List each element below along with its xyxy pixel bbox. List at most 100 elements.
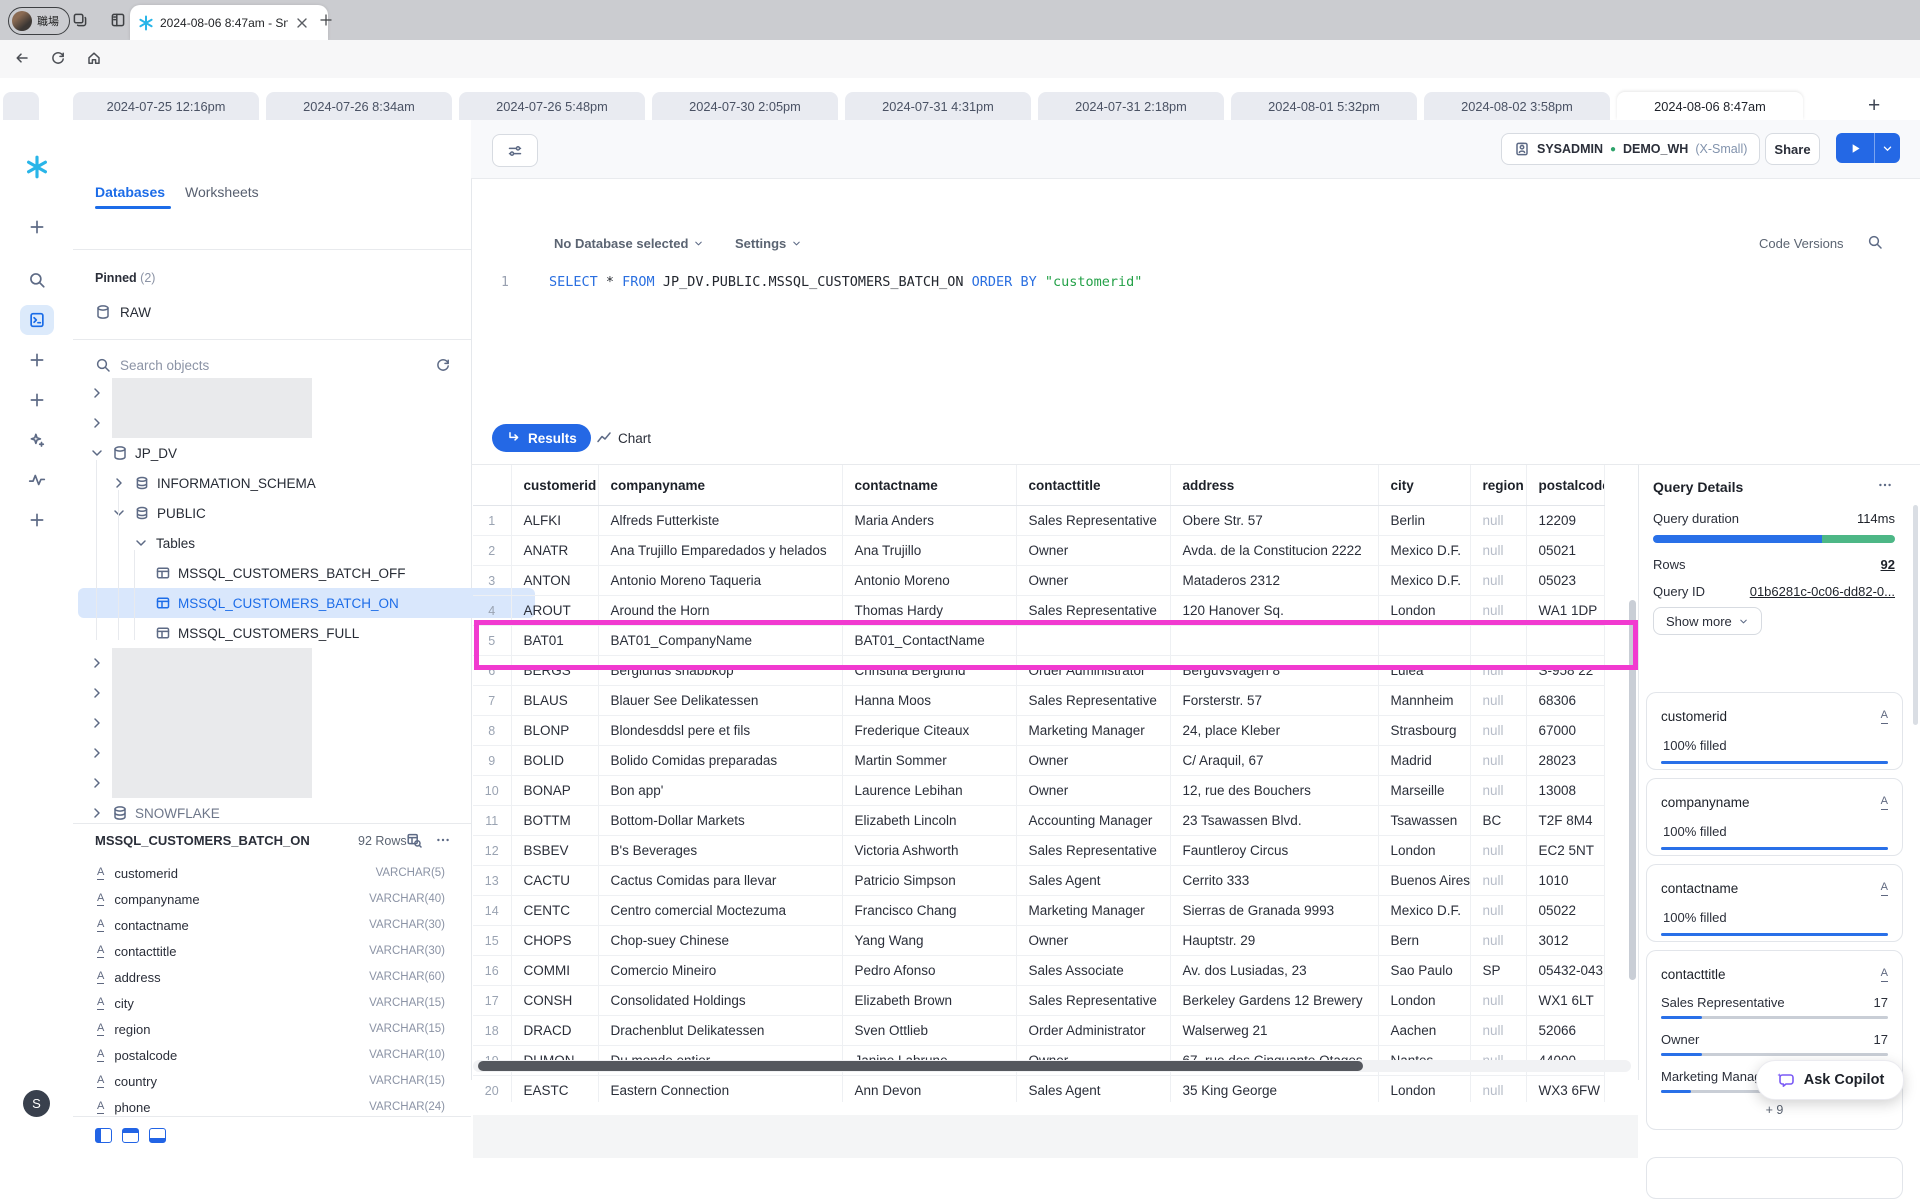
new-tab-icon[interactable] — [318, 12, 334, 28]
column-item-contacttitle[interactable]: A contacttitle VARCHAR(30) — [73, 938, 471, 964]
layout-top-panel-icon[interactable] — [122, 1128, 139, 1143]
table-row[interactable]: 3ANTONAntonio Moreno TaqueriaAntonio Mor… — [473, 566, 1604, 596]
column-header-contactname[interactable]: contactname — [842, 465, 1016, 506]
ask-copilot-button[interactable]: Ask Copilot — [1756, 1060, 1904, 1100]
code-versions-link[interactable]: Code Versions — [1759, 236, 1844, 251]
column-item-postalcode[interactable]: A postalcode VARCHAR(10) — [73, 1042, 471, 1068]
ai-sparkles-icon[interactable] — [20, 425, 54, 455]
vertical-tabs-icon[interactable] — [110, 12, 126, 28]
query-id-link[interactable]: 01b6281c-0c06-dd82-0... — [1750, 584, 1895, 599]
table-menu-icon[interactable] — [435, 832, 451, 848]
results-header-row[interactable]: customeridcompanynamecontactnamecontactt… — [473, 465, 1604, 506]
column-stat-card-contactname[interactable]: contactname A100% filled — [1646, 864, 1903, 942]
worksheet-tab-3[interactable]: 2024-07-30 2:05pm — [652, 92, 838, 120]
databases-icon[interactable] — [20, 345, 54, 375]
workspaces-icon[interactable] — [72, 12, 88, 28]
marketplace-cloud-icon[interactable] — [20, 385, 54, 415]
table-row[interactable]: 8BLONPBlondesddsl pere et filsFrederique… — [473, 716, 1604, 746]
tab-databases[interactable]: Databases — [95, 184, 165, 200]
preview-table-icon[interactable] — [406, 832, 422, 848]
column-header-customerid[interactable]: customerid — [511, 465, 598, 506]
worksheet-tab-2[interactable]: 2024-07-26 5:48pm — [459, 92, 645, 120]
sql-editor[interactable]: SELECT * FROM JP_DV.PUBLIC.MSSQL_CUSTOME… — [549, 274, 1142, 290]
tree-item-redacted[interactable] — [73, 648, 487, 678]
column-item-contactname[interactable]: A contactname VARCHAR(30) — [73, 912, 471, 938]
panel-scrollbar[interactable] — [1913, 505, 1918, 725]
table-row[interactable]: 14CENTCCentro comercial MoctezumaFrancis… — [473, 896, 1604, 926]
rows-value-link[interactable]: 92 — [1881, 557, 1895, 572]
layout-left-panel-icon[interactable] — [95, 1128, 112, 1143]
refresh-objects-icon[interactable] — [435, 357, 451, 373]
column-item-country[interactable]: A country VARCHAR(15) — [73, 1068, 471, 1094]
column-item-city[interactable]: A city VARCHAR(15) — [73, 990, 471, 1016]
table-row[interactable]: 7BLAUSBlauer See DelikatessenHanna MoosS… — [473, 686, 1604, 716]
governance-shield-icon[interactable] — [20, 505, 54, 535]
tree-item-redacted[interactable] — [73, 738, 487, 768]
activity-icon[interactable] — [20, 465, 54, 495]
run-options-chevron-icon[interactable] — [1875, 133, 1900, 163]
tab-worksheets[interactable]: Worksheets — [185, 184, 259, 200]
user-avatar[interactable]: S — [23, 1090, 50, 1117]
table-row[interactable]: 18DRACDDrachenblut DelikatessenSven Ottl… — [473, 1016, 1604, 1046]
column-header-companyname[interactable]: companyname — [598, 465, 842, 506]
worksheet-tab-1[interactable]: 2024-07-26 8:34am — [266, 92, 452, 120]
column-item-companyname[interactable]: A companyname VARCHAR(40) — [73, 886, 471, 912]
table-row[interactable]: 20EASTCEastern ConnectionAnn DevonSales … — [473, 1076, 1604, 1103]
tree-item-jp_dv[interactable]: JP_DV — [73, 438, 487, 468]
column-stat-card-companyname[interactable]: companyname A100% filled — [1646, 778, 1903, 856]
table-row[interactable]: 2ANATRAna Trujillo Emparedados y helados… — [473, 536, 1604, 566]
table-row[interactable]: 16COMMIComercio MineiroPedro AfonsoSales… — [473, 956, 1604, 986]
back-icon[interactable] — [14, 50, 30, 66]
tree-item-redacted[interactable] — [73, 768, 487, 798]
table-row[interactable]: 10BONAPBon app'Laurence LebihanOwner12, … — [473, 776, 1604, 806]
column-stat-card-customerid[interactable]: customerid A100% filled — [1646, 692, 1903, 770]
worksheet-tab-5[interactable]: 2024-07-31 2:18pm — [1038, 92, 1224, 120]
worksheet-tab-fragment[interactable] — [3, 92, 39, 120]
worksheet-tab-4[interactable]: 2024-07-31 4:31pm — [845, 92, 1031, 120]
table-row[interactable]: 17CONSHConsolidated HoldingsElizabeth Br… — [473, 986, 1604, 1016]
home-icon[interactable] — [86, 50, 102, 66]
browser-tab[interactable]: 2024-08-06 8:47am - Snowfla — [130, 5, 328, 40]
results-grid[interactable]: customeridcompanynamecontactnamecontactt… — [473, 465, 1633, 1102]
column-header-contacttitle[interactable]: contacttitle — [1016, 465, 1170, 506]
query-details-menu-icon[interactable] — [1877, 477, 1893, 493]
tree-item-redacted[interactable] — [73, 708, 487, 738]
column-item-address[interactable]: A address VARCHAR(60) — [73, 964, 471, 990]
tree-item-mssql_customers_batch_on[interactable]: MSSQL_CUSTOMERS_BATCH_ON — [78, 588, 535, 618]
column-header-postalcode[interactable]: postalcode — [1526, 465, 1604, 506]
table-row[interactable]: 9BOLIDBolido Comidas preparadasMartin So… — [473, 746, 1604, 776]
tab-close-icon[interactable] — [294, 15, 310, 31]
tree-item-redacted[interactable] — [73, 678, 487, 708]
tree-item-redacted[interactable] — [73, 378, 487, 408]
column-header-address[interactable]: address — [1170, 465, 1378, 506]
table-row[interactable]: 15CHOPSChop-suey ChineseYang WangOwnerHa… — [473, 926, 1604, 956]
search-icon[interactable] — [20, 265, 54, 295]
column-header-city[interactable]: city — [1378, 465, 1470, 506]
run-play-icon[interactable] — [1836, 133, 1874, 163]
table-row[interactable]: 13CACTUCactus Comidas para llevarPatrici… — [473, 866, 1604, 896]
editor-search-icon[interactable] — [1867, 234, 1883, 250]
tree-item-tables[interactable]: Tables — [73, 528, 531, 558]
results-tab[interactable]: Results — [492, 424, 591, 452]
new-worksheet-icon[interactable]: + — [1868, 94, 1880, 118]
row-number-header[interactable] — [473, 465, 511, 506]
worksheet-tab-6[interactable]: 2024-08-01 5:32pm — [1231, 92, 1417, 120]
column-item-customerid[interactable]: A customerid VARCHAR(5) — [73, 860, 471, 886]
tree-item-redacted[interactable] — [73, 408, 487, 438]
plus-icon[interactable] — [20, 212, 54, 242]
db-selector[interactable]: No Database selected — [554, 236, 704, 251]
snowflake-logo-icon[interactable] — [20, 152, 54, 182]
worksheet-tab-0[interactable]: 2024-07-25 12:16pm — [73, 92, 259, 120]
tree-item-public[interactable]: PUBLIC — [73, 498, 509, 528]
table-row[interactable]: 12BSBEVB's BeveragesVictoria AshworthSal… — [473, 836, 1604, 866]
chart-tab[interactable]: Chart — [596, 430, 651, 446]
show-more-button[interactable]: Show more — [1653, 607, 1762, 635]
pinned-item-raw[interactable]: RAW — [95, 304, 151, 320]
share-button[interactable]: Share — [1765, 133, 1820, 165]
horizontal-scroll-thumb[interactable] — [478, 1061, 1363, 1071]
worksheets-icon[interactable] — [20, 305, 54, 335]
settings-menu[interactable]: Settings — [735, 236, 802, 251]
run-button[interactable] — [1836, 133, 1900, 163]
refresh-icon[interactable] — [50, 50, 66, 66]
layout-bottom-panel-icon[interactable] — [149, 1128, 166, 1143]
